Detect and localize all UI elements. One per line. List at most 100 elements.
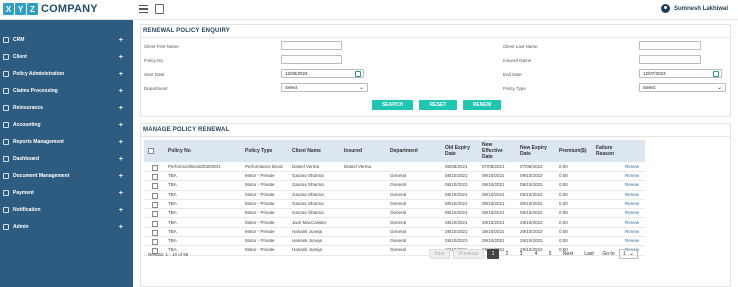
col-new-expiry-date[interactable]: New Expiry Date: [520, 140, 553, 162]
table-row[interactable]: TBA Motor - Private Gaurav Sharma General 08…: [144, 209, 645, 219]
renew-link[interactable]: Renew: [625, 173, 639, 178]
table-row[interactable]: TBA Motor - Private Gaurav Sharma General 08…: [144, 191, 645, 200]
cell-new-effective: 09/10/2021: [482, 191, 505, 197]
sidebar-item-client[interactable]: Client +: [0, 51, 133, 63]
page-2-button[interactable]: 2: [501, 249, 513, 259]
sidebar-item-reports-management[interactable]: Reports Management +: [0, 136, 133, 148]
panel-title: RENEWAL POLICY ENQUIRY: [141, 25, 730, 38]
table-row[interactable]: TBA Motor - Private Hariank Juneja General 2…: [144, 237, 645, 247]
col-client-name[interactable]: Client Name: [292, 140, 337, 162]
row-checkbox[interactable]: [152, 229, 158, 236]
policy-no-input[interactable]: [281, 55, 342, 64]
renew-link[interactable]: Renew: [625, 182, 639, 187]
end-date-input[interactable]: 12/07/2023: [639, 69, 722, 78]
user-avatar-icon: [660, 4, 670, 13]
policy-type-select[interactable]: Select ⌄: [639, 83, 726, 92]
crm-icon: [3, 37, 9, 43]
calendar-icon[interactable]: [355, 71, 361, 77]
row-checkbox[interactable]: [152, 201, 158, 208]
col-old-expiry-date[interactable]: Old Expiry Date: [445, 140, 475, 162]
col-policy-no[interactable]: Policy No: [168, 140, 238, 162]
sidebar-item-dashboard[interactable]: Dashboard +: [0, 153, 133, 165]
sidebar-item-crm[interactable]: CRM +: [0, 34, 133, 46]
start-date-input[interactable]: 12/06/2023: [281, 69, 364, 78]
table-row[interactable]: Performce/Bond/2020/001 Performance Bond D…: [144, 163, 645, 172]
sidebar-item-accounting[interactable]: Accounting +: [0, 119, 133, 131]
cell-client: Gaurav Sharma: [292, 191, 324, 197]
sidebar-item-notification[interactable]: Notification +: [0, 204, 133, 216]
first-page-button[interactable]: First: [429, 249, 450, 259]
cell-department: General: [390, 173, 407, 178]
renew-link[interactable]: Renew: [625, 164, 639, 169]
page-1-button[interactable]: 1: [487, 249, 499, 259]
row-checkbox[interactable]: [152, 165, 158, 171]
company-logo[interactable]: X Y Z COMPANY: [3, 3, 98, 15]
cell-new-effective: 09/10/2021: [482, 210, 505, 216]
renew-link[interactable]: Renew: [625, 229, 639, 234]
col-policy-type[interactable]: Policy Type: [245, 140, 285, 162]
renew-link[interactable]: Renew: [625, 192, 639, 197]
row-checkbox[interactable]: [152, 192, 158, 199]
col-premium[interactable]: Premium($): [559, 140, 594, 162]
table-row[interactable]: TBA Motor - Private Gaurav Sharma General 08…: [144, 181, 645, 191]
row-checkbox[interactable]: [152, 211, 158, 218]
previous-page-button[interactable]: Previous: [453, 249, 484, 259]
table-row[interactable]: TBA Motor - Private Gaurav Sharma General 08…: [144, 172, 645, 182]
insured-name-input[interactable]: [639, 55, 701, 64]
document-icon[interactable]: [155, 4, 164, 14]
cell-client: Gaurav Sharma: [292, 210, 324, 216]
last-page-button[interactable]: Last: [581, 249, 597, 259]
sidebar-item-label: Payment: [13, 190, 34, 196]
cell-policy-type: Motor - Private: [245, 228, 275, 234]
search-button[interactable]: SEARCH: [372, 100, 413, 110]
sidebar-item-admin[interactable]: Admin +: [0, 221, 133, 233]
table-row[interactable]: TBA Motor - Private Hariank Juneja General 2…: [144, 228, 645, 238]
expand-icon: +: [118, 138, 123, 146]
col-insured[interactable]: Insured: [344, 140, 384, 162]
cell-client: Gaurav Sharma: [292, 182, 324, 188]
table-row[interactable]: TBA Motor - Private Gaurav Sharma General 08…: [144, 200, 645, 210]
sidebar-item-payment[interactable]: Payment +: [0, 187, 133, 199]
table-row[interactable]: TBA Motor - Private Jack MacCalister Genera…: [144, 219, 645, 228]
row-checkbox[interactable]: [152, 220, 158, 227]
menu-toggle-icon[interactable]: [139, 5, 148, 13]
row-checkbox[interactable]: [152, 174, 158, 180]
user-menu[interactable]: Sumnesh Lakhiwal: [660, 4, 728, 13]
policy-icon: [3, 71, 9, 77]
select-all-checkbox[interactable]: [148, 148, 154, 154]
client-first-name-input[interactable]: [281, 41, 342, 50]
client-icon: [3, 54, 9, 60]
cell-new-effective: 09/10/2021: [482, 200, 505, 206]
renew-link[interactable]: Renew: [625, 238, 639, 243]
cell-policy-no: TBA: [168, 182, 177, 188]
sidebar-item-reinsurance[interactable]: Reinsurance +: [0, 102, 133, 114]
cell-new-expiry: 09/10/2022: [520, 191, 543, 197]
renew-button[interactable]: RENEW: [463, 100, 501, 110]
row-checkbox[interactable]: [152, 239, 158, 246]
goto-page-select[interactable]: 1 ⌄: [619, 249, 638, 259]
logo-letter-y: Y: [15, 3, 26, 15]
cell-old-expiry: 08/10/2021: [445, 173, 468, 178]
col-department[interactable]: Department: [390, 140, 430, 162]
page-4-button[interactable]: 4: [530, 249, 542, 259]
col-new-effective-date[interactable]: New Effective Date: [482, 140, 512, 162]
renew-link[interactable]: Renew: [625, 210, 639, 215]
page-5-button[interactable]: 5: [544, 249, 556, 259]
cell-old-expiry: 08/10/2021: [445, 182, 468, 188]
page-3-button[interactable]: 3: [515, 249, 527, 259]
sidebar-item-claims-processing[interactable]: Claims Processing +: [0, 85, 133, 97]
department-select[interactable]: Select ⌄: [281, 83, 368, 92]
sidebar-item-policy-administration[interactable]: Policy Administration +: [0, 68, 133, 80]
reset-button[interactable]: RESET: [419, 100, 457, 110]
renew-link[interactable]: Renew: [625, 220, 639, 225]
next-page-button[interactable]: Next: [558, 249, 578, 259]
renew-link[interactable]: Renew: [625, 201, 639, 206]
client-last-name-input[interactable]: [639, 41, 701, 50]
calendar-icon[interactable]: [713, 71, 719, 77]
cell-department: General: [390, 210, 407, 216]
row-checkbox[interactable]: [152, 183, 158, 190]
expand-icon: +: [118, 87, 123, 95]
col-failure-reason[interactable]: Failure Reason: [596, 140, 626, 162]
sidebar-item-document-management[interactable]: Document Management +: [0, 170, 133, 182]
cell-department: General: [390, 200, 407, 206]
